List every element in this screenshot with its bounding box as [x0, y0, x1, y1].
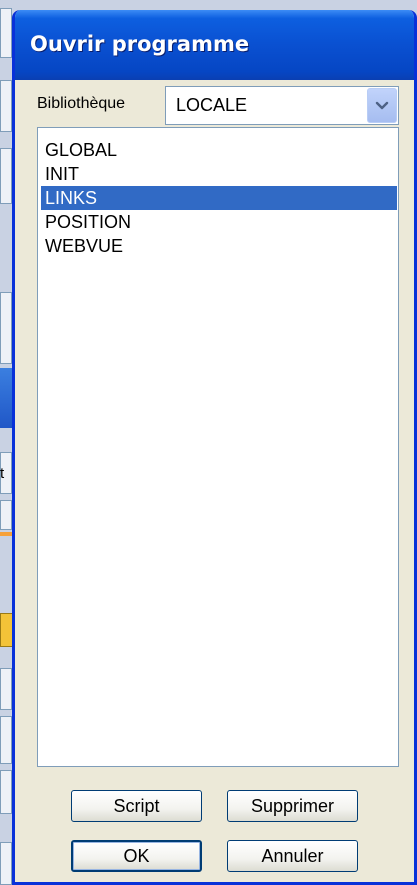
script-button[interactable]: Script	[71, 790, 202, 822]
background-field	[0, 668, 12, 710]
background-field	[0, 8, 12, 58]
background-partial-text: t	[0, 465, 5, 482]
dialog-title-bar[interactable]: Ouvrir programme	[15, 10, 414, 80]
cancel-button[interactable]: Annuler	[227, 840, 358, 872]
program-list-item[interactable]: WEBVUE	[41, 234, 397, 258]
ok-button[interactable]: OK	[71, 840, 202, 872]
background-field	[0, 716, 12, 764]
library-select[interactable]: LOCALE	[165, 86, 399, 125]
library-dropdown-button[interactable]	[367, 88, 397, 123]
background-field	[0, 770, 12, 814]
dialog-title: Ouvrir programme	[30, 32, 250, 56]
open-program-dialog: Ouvrir programme Bibliothèque LOCALE GLO…	[12, 10, 417, 885]
chevron-down-icon	[375, 101, 389, 110]
background-field	[0, 500, 12, 530]
library-select-value: LOCALE	[176, 95, 248, 115]
program-list-item[interactable]: GLOBAL	[41, 138, 397, 162]
delete-button[interactable]: Supprimer	[227, 790, 358, 822]
background-field	[0, 80, 12, 132]
background-panel	[0, 292, 12, 364]
program-list-item[interactable]: INIT	[41, 162, 397, 186]
background-field	[0, 148, 12, 204]
background-field	[0, 842, 12, 885]
program-list[interactable]: GLOBAL INIT LINKS POSITION WEBVUE	[37, 127, 399, 767]
program-list-item[interactable]: POSITION	[41, 210, 397, 234]
program-list-item-selected[interactable]: LINKS	[41, 186, 397, 210]
library-label: Bibliothèque	[37, 95, 126, 112]
